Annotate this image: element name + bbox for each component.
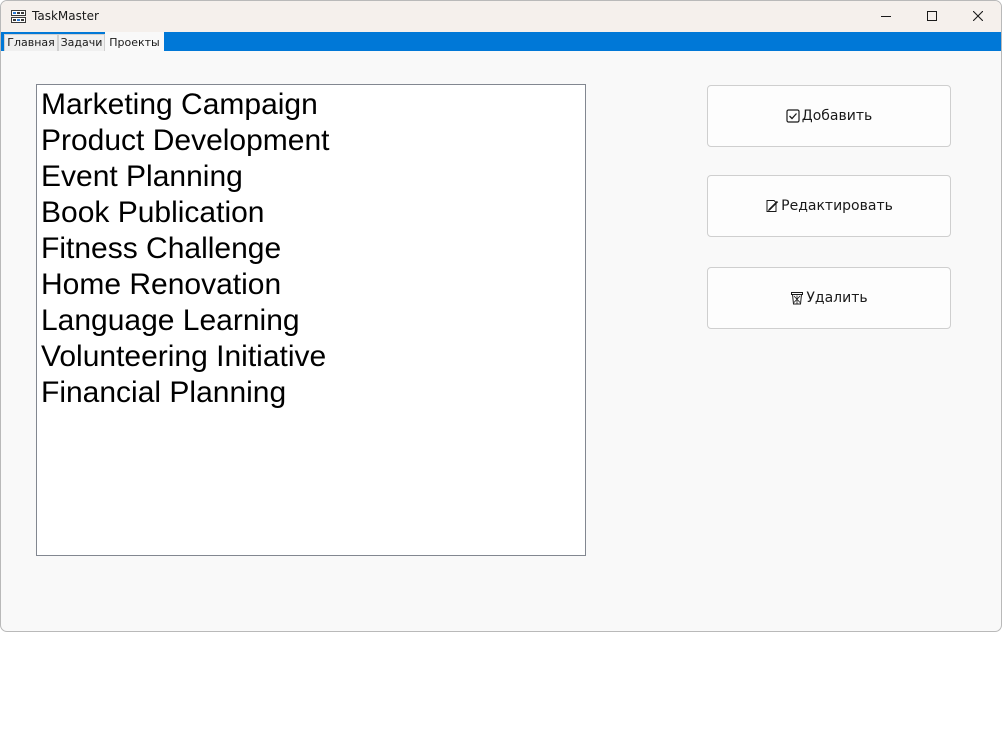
window-title: TaskMaster [32,9,99,23]
tab-tasks[interactable]: Задачи [58,34,105,51]
edit-button-label: Редактировать [781,198,893,214]
minimize-icon [881,8,891,26]
minimize-button[interactable] [863,1,909,32]
list-item[interactable]: Product Development [41,123,330,159]
projects-listbox[interactable]: Marketing Campaign Product Development E… [36,84,586,556]
list-item[interactable]: Marketing Campaign [41,87,318,123]
delete-button[interactable]: Удалить [707,267,951,329]
list-item[interactable]: Financial Planning [41,375,286,411]
list-item[interactable]: Volunteering Initiative [41,339,326,375]
checkbox-icon [786,109,800,123]
delete-button-label: Удалить [806,290,868,306]
close-icon [972,8,984,26]
maximize-icon [927,8,937,26]
add-button[interactable]: Добавить [707,85,951,147]
app-grid-icon [11,9,26,24]
trash-icon [790,291,804,305]
edit-button[interactable]: Редактировать [707,175,951,237]
close-button[interactable] [955,1,1001,32]
title-bar[interactable]: TaskMaster [1,1,1001,32]
app-window: TaskMaster Главная Задачи Проекты Market… [0,0,1002,632]
tab-projects[interactable]: Проекты [105,32,164,52]
list-item[interactable]: Fitness Challenge [41,231,281,267]
list-item[interactable]: Language Learning [41,303,300,339]
list-item[interactable]: Home Renovation [41,267,281,303]
list-item[interactable]: Book Publication [41,195,264,231]
add-button-label: Добавить [801,108,873,124]
maximize-button[interactable] [909,1,955,32]
edit-icon [765,199,779,213]
list-item[interactable]: Event Planning [41,159,243,195]
tab-strip: Главная Задачи Проекты [1,32,1001,52]
window-bottom-edge [134,631,869,632]
tab-main[interactable]: Главная [4,34,58,51]
